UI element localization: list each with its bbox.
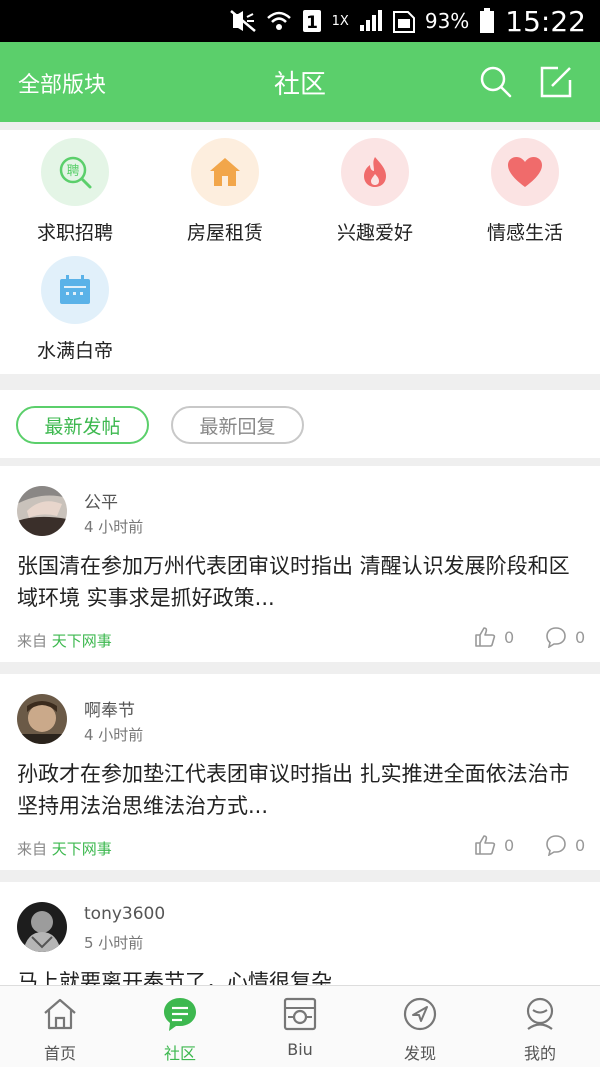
nav-discover[interactable]: 发现	[360, 986, 480, 1067]
tab-latest-posts[interactable]: 最新发帖	[16, 406, 149, 444]
category-label: 兴趣爱好	[336, 222, 413, 244]
signal-icon	[359, 10, 383, 32]
post-time: 4 小时前	[84, 726, 144, 744]
network-type-label: 1X	[331, 13, 349, 29]
flame-icon	[341, 138, 409, 206]
category-job[interactable]: 聘 求职招聘	[0, 138, 150, 245]
calendar-icon	[41, 256, 109, 324]
camera-icon	[282, 996, 318, 1032]
nav-label: 我的	[523, 1044, 556, 1063]
compass-icon	[402, 996, 438, 1032]
category-label: 水满白帝	[36, 340, 113, 362]
comment-icon	[546, 627, 566, 648]
post-username[interactable]: 公平	[84, 488, 118, 513]
sim-1-icon: 1	[302, 9, 322, 33]
avatar[interactable]	[17, 694, 67, 744]
post-text[interactable]: 孙政才在参加垫江代表团审议时指出 扎实推进全面依法治市 坚持用法治思维法治方式.…	[17, 758, 587, 822]
status-bar: 1 1X 93% 15:22	[0, 0, 600, 42]
thumbs-up-icon	[475, 627, 496, 647]
comment-count: 0	[575, 627, 586, 647]
comment-button[interactable]: 0	[545, 626, 585, 648]
post-source: 来自 天下网事	[17, 838, 112, 859]
like-button[interactable]: 0	[474, 834, 514, 856]
source-link[interactable]: 天下网事	[52, 632, 112, 650]
comment-count: 0	[575, 835, 586, 855]
comment-icon	[546, 835, 566, 856]
category-grid: 聘 求职招聘 房屋租赁 兴趣爱好 情感生活 水满白帝	[0, 130, 600, 374]
nav-profile[interactable]: 我的	[480, 986, 600, 1067]
house-icon	[191, 138, 259, 206]
category-label: 求职招聘	[36, 222, 113, 244]
category-housing[interactable]: 房屋租赁	[150, 138, 300, 245]
category-label: 房屋租赁	[186, 222, 263, 244]
sim-card-icon	[392, 9, 415, 33]
thumbs-up-icon	[475, 835, 496, 855]
post-source: 来自 天下网事	[17, 630, 112, 651]
nav-label: 首页	[43, 1044, 76, 1063]
community-chat-icon	[162, 996, 198, 1032]
category-shuiman-baidi[interactable]: 水满白帝	[0, 256, 150, 363]
like-button[interactable]: 0	[474, 626, 514, 648]
heart-icon	[491, 138, 559, 206]
post-username[interactable]: tony3600	[84, 904, 165, 924]
svg-text:聘: 聘	[66, 164, 79, 179]
avatar[interactable]	[17, 486, 67, 536]
profile-icon	[522, 996, 558, 1032]
category-relationships[interactable]: 情感生活	[450, 138, 600, 245]
like-count: 0	[504, 835, 515, 855]
post-filter-tabs: 最新发帖 最新回复	[0, 390, 600, 458]
nav-label: Biu	[287, 1040, 313, 1059]
tab-latest-replies[interactable]: 最新回复	[171, 406, 304, 444]
battery-percent: 93%	[424, 9, 470, 33]
category-hobbies[interactable]: 兴趣爱好	[300, 138, 450, 245]
avatar[interactable]	[17, 902, 67, 952]
source-link[interactable]: 天下网事	[52, 840, 112, 858]
nav-label: 发现	[403, 1044, 436, 1063]
compose-post-icon[interactable]	[538, 64, 574, 100]
nav-biu[interactable]: Biu	[240, 986, 360, 1067]
battery-icon	[479, 8, 495, 34]
post-item[interactable]: tony3600 5 小时前 马上就要离开奉节了，心情很复杂	[0, 882, 600, 985]
post-time: 4 小时前	[84, 518, 144, 536]
category-label: 情感生活	[486, 222, 563, 244]
nav-community[interactable]: 社区	[120, 986, 240, 1067]
post-text[interactable]: 张国清在参加万州代表团审议时指出 清醒认识发展阶段和区域环境 实事求是抓好政策.…	[17, 550, 587, 614]
status-icons: 1 1X 93% 15:22	[229, 0, 586, 42]
bottom-navigation: 首页 社区 Biu 发现 我的	[0, 985, 600, 1067]
nav-label: 社区	[163, 1044, 196, 1063]
app-bar: 全部版块 社区	[0, 42, 600, 122]
search-icon[interactable]	[478, 64, 514, 100]
nav-home[interactable]: 首页	[0, 986, 120, 1067]
post-username[interactable]: 啊奉节	[84, 696, 135, 721]
svg-text:1: 1	[306, 13, 318, 33]
post-item[interactable]: 啊奉节 4 小时前 孙政才在参加垫江代表团审议时指出 扎实推进全面依法治市 坚持…	[0, 674, 600, 870]
wifi-icon	[266, 10, 292, 32]
job-search-icon: 聘	[41, 138, 109, 206]
post-item[interactable]: 公平 4 小时前 张国清在参加万州代表团审议时指出 清醒认识发展阶段和区域环境 …	[0, 466, 600, 662]
post-time: 5 小时前	[84, 934, 144, 952]
post-text[interactable]: 马上就要离开奉节了，心情很复杂	[17, 966, 587, 985]
like-count: 0	[504, 627, 515, 647]
mute-icon	[229, 10, 256, 32]
home-icon	[42, 996, 78, 1032]
source-prefix: 来自	[17, 632, 48, 650]
clock: 15:22	[505, 4, 586, 38]
source-prefix: 来自	[17, 840, 48, 858]
comment-button[interactable]: 0	[545, 834, 585, 856]
